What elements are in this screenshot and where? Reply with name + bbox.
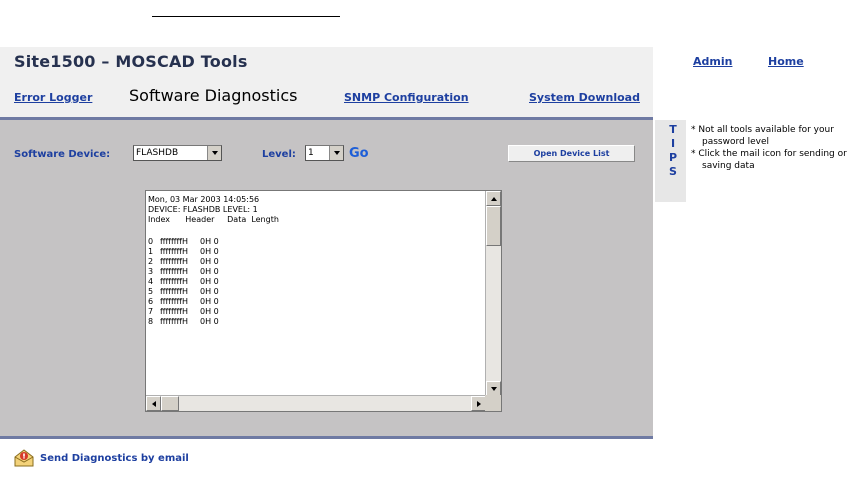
chevron-down-icon <box>207 146 221 160</box>
log-row: 7 ffffffffH 0H 0 <box>148 307 486 317</box>
log-device-line: DEVICE: FLASHDB LEVEL: 1 <box>148 205 258 214</box>
arrow-right-icon <box>476 400 481 407</box>
log-row: 8 ffffffffH 0H 0 <box>148 317 486 327</box>
log-row-data: 0H 0 <box>200 237 219 246</box>
scroll-up-button[interactable] <box>486 191 501 206</box>
log-row-data: 0H 0 <box>200 307 219 316</box>
log-row: 6 ffffffffH 0H 0 <box>148 297 486 307</box>
log-timestamp: Mon, 03 Mar 2003 14:05:56 <box>148 195 260 204</box>
vertical-scrollbar[interactable] <box>485 191 501 396</box>
log-row: 1 ffffffffH 0H 0 <box>148 247 486 257</box>
send-diagnostics-label: Send Diagnostics by email <box>40 452 189 464</box>
log-row-index: 5 <box>148 287 154 296</box>
tab-error-logger[interactable]: Error Logger <box>14 91 92 104</box>
log-row-header: ffffffffH <box>160 297 189 306</box>
scroll-right-button[interactable] <box>471 396 486 411</box>
diagnostics-log[interactable]: Mon, 03 Mar 2003 14:05:56 DEVICE: FLASHD… <box>145 190 502 412</box>
log-row-index: 1 <box>148 247 154 256</box>
tip-item: * Not all tools available for your passw… <box>691 125 834 147</box>
horizontal-scrollbar[interactable] <box>146 395 486 411</box>
go-button[interactable]: Go <box>349 146 369 161</box>
log-row-header: ffffffffH <box>160 307 189 316</box>
log-row: 4 ffffffffH 0H 0 <box>148 277 486 287</box>
send-diagnostics-email-link[interactable]: Send Diagnostics by email <box>14 448 189 468</box>
software-device-select[interactable]: FLASHDB <box>133 145 222 161</box>
log-row-data: 0H 0 <box>200 247 219 256</box>
tab-system-download[interactable]: System Download <box>529 91 640 104</box>
scroll-left-button[interactable] <box>146 396 161 411</box>
log-row-index: 3 <box>148 267 154 276</box>
tips-letter: T <box>669 123 677 136</box>
admin-link[interactable]: Admin <box>693 55 732 68</box>
tips-heading: T I P S <box>666 123 680 179</box>
log-row-data: 0H 0 <box>200 267 219 276</box>
log-row-header: ffffffffH <box>160 277 189 286</box>
log-row: 5 ffffffffH 0H 0 <box>148 287 486 297</box>
log-row-header: ffffffffH <box>160 317 189 326</box>
level-value: 1 <box>308 148 314 158</box>
mail-icon <box>14 449 34 467</box>
log-row-header: ffffffffH <box>160 267 189 276</box>
tips-list: * Not all tools available for your passw… <box>691 124 853 172</box>
log-row: 0 ffffffffH 0H 0 <box>148 237 486 247</box>
log-row: 2 ffffffffH 0H 0 <box>148 257 486 267</box>
chevron-down-icon <box>329 146 343 160</box>
log-row-index: 8 <box>148 317 154 326</box>
log-rows: 0 ffffffffH 0H 0 1 ffffffffH 0H 0 2 ffffffffH… <box>148 237 486 327</box>
log-row-header: ffffffffH <box>160 237 189 246</box>
log-row-data: 0H 0 <box>200 287 219 296</box>
tips-letter: I <box>670 137 676 150</box>
log-row-index: 4 <box>148 277 154 286</box>
log-row-data: 0H 0 <box>200 277 219 286</box>
log-row-index: 2 <box>148 257 154 266</box>
tab-software-diagnostics: Software Diagnostics <box>129 86 298 105</box>
log-row-data: 0H 0 <box>200 257 219 266</box>
log-row-header: ffffffffH <box>160 287 189 296</box>
log-row-index: 0 <box>148 237 154 246</box>
log-row-data: 0H 0 <box>200 317 219 326</box>
software-device-label: Software Device: <box>14 149 111 160</box>
home-link[interactable]: Home <box>768 55 804 68</box>
horizontal-scroll-thumb[interactable] <box>161 396 179 411</box>
level-label: Level: <box>262 149 296 160</box>
tips-letter: P <box>668 151 678 164</box>
arrow-left-icon <box>151 400 156 407</box>
scrollbar-corner <box>485 395 501 411</box>
log-row-header: ffffffffH <box>160 257 189 266</box>
tip-item: * Click the mail icon for sending or sav… <box>691 149 847 171</box>
tab-snmp-configuration[interactable]: SNMP Configuration <box>344 91 469 104</box>
vertical-scroll-thumb[interactable] <box>486 206 501 246</box>
top-divider-line <box>152 16 340 17</box>
open-device-list-button[interactable]: Open Device List <box>508 145 635 162</box>
arrow-down-icon <box>490 386 497 391</box>
level-select[interactable]: 1 <box>305 145 344 161</box>
tips-letter: S <box>669 165 677 178</box>
log-row-header: ffffffffH <box>160 247 189 256</box>
log-row-index: 7 <box>148 307 154 316</box>
log-row-data: 0H 0 <box>200 297 219 306</box>
software-device-value: FLASHDB <box>136 148 179 158</box>
log-row: 3 ffffffffH 0H 0 <box>148 267 486 277</box>
log-row-index: 6 <box>148 297 154 306</box>
app-title: Site1500 – MOSCAD Tools <box>14 52 248 71</box>
log-column-header: Index Header Data Length <box>148 215 279 224</box>
log-content: Mon, 03 Mar 2003 14:05:56 DEVICE: FLASHD… <box>146 191 486 396</box>
scroll-down-button[interactable] <box>486 381 501 396</box>
arrow-up-icon <box>490 196 497 201</box>
footer-divider <box>0 436 653 439</box>
